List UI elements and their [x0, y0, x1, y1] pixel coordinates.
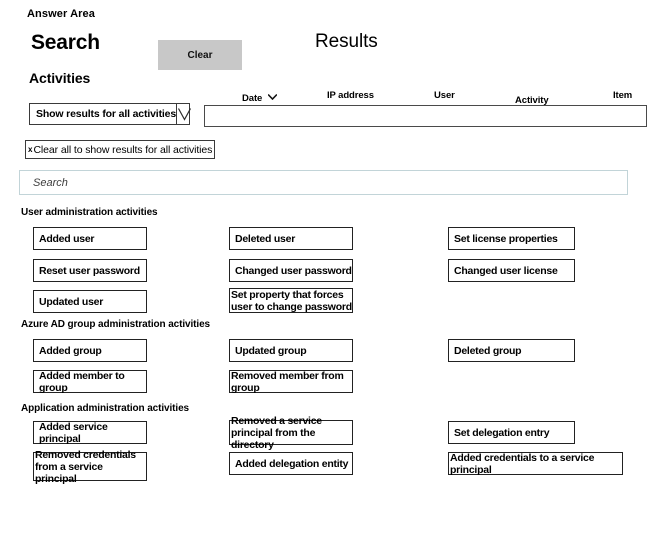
- option-added-service-principal[interactable]: Added service principal: [33, 421, 147, 445]
- option-added-group[interactable]: Added group: [33, 339, 147, 362]
- x-icon[interactable]: x: [28, 145, 32, 154]
- results-column-ip-address[interactable]: IP address: [327, 90, 374, 101]
- results-column-date[interactable]: Date: [242, 92, 277, 104]
- group-label-azure-ad-group-administration: Azure AD group administration activities: [21, 319, 210, 330]
- activities-dropdown-value: Show results for all activities: [36, 108, 177, 120]
- activities-dropdown[interactable]: Show results for all activities: [29, 103, 192, 125]
- chevron-down-icon: [267, 92, 277, 103]
- option-updated-group[interactable]: Updated group: [229, 339, 353, 362]
- answer-area-screen: Answer Area Search Clear Results Activit…: [0, 0, 663, 539]
- option-set-property-forces-password-change[interactable]: Set property that forces user to change …: [229, 288, 353, 313]
- group-label-user-administration: User administration activities: [21, 207, 158, 218]
- option-added-credentials-to-service-principal[interactable]: Added credentials to a service principal: [448, 452, 623, 476]
- option-set-delegation-entry[interactable]: Set delegation entry: [448, 421, 575, 444]
- clear-all-chip-label: Clear all to show results for all activi…: [33, 143, 213, 156]
- option-added-member-to-group[interactable]: Added member to group: [33, 370, 147, 394]
- results-column-item[interactable]: Item: [613, 90, 632, 101]
- option-removed-member-from-group[interactable]: Removed member from group: [229, 370, 353, 394]
- option-deleted-user[interactable]: Deleted user: [229, 227, 353, 250]
- search-input[interactable]: [19, 170, 628, 195]
- option-set-license-properties[interactable]: Set license properties: [448, 227, 575, 250]
- option-reset-user-password[interactable]: Reset user password: [33, 259, 147, 282]
- option-changed-user-license[interactable]: Changed user license: [448, 259, 575, 282]
- option-deleted-group[interactable]: Deleted group: [448, 339, 575, 362]
- option-added-delegation-entity[interactable]: Added delegation entity: [229, 452, 353, 475]
- activities-label: Activities: [29, 70, 91, 86]
- results-column-user[interactable]: User: [434, 90, 455, 101]
- option-removed-credentials-from-service-principal[interactable]: Removed credentials from a service princ…: [33, 449, 147, 485]
- results-panel-title: Results: [315, 31, 378, 52]
- group-label-application-administration: Application administration activities: [21, 403, 189, 414]
- option-updated-user[interactable]: Updated user: [33, 290, 147, 313]
- answer-area-label: Answer Area: [27, 8, 95, 20]
- clear-all-chip[interactable]: x Clear all to show results for all acti…: [25, 140, 216, 159]
- chevron-down-icon: [176, 104, 192, 124]
- results-column-date-label: Date: [242, 93, 263, 104]
- results-table-body: [204, 105, 647, 127]
- option-changed-user-password[interactable]: Changed user password: [229, 259, 353, 282]
- option-added-user[interactable]: Added user: [33, 227, 147, 250]
- search-panel-title: Search: [31, 31, 100, 54]
- option-removed-service-principal-from-directory[interactable]: Removed a service principal from the dir…: [229, 415, 353, 451]
- clear-button[interactable]: Clear: [158, 40, 242, 70]
